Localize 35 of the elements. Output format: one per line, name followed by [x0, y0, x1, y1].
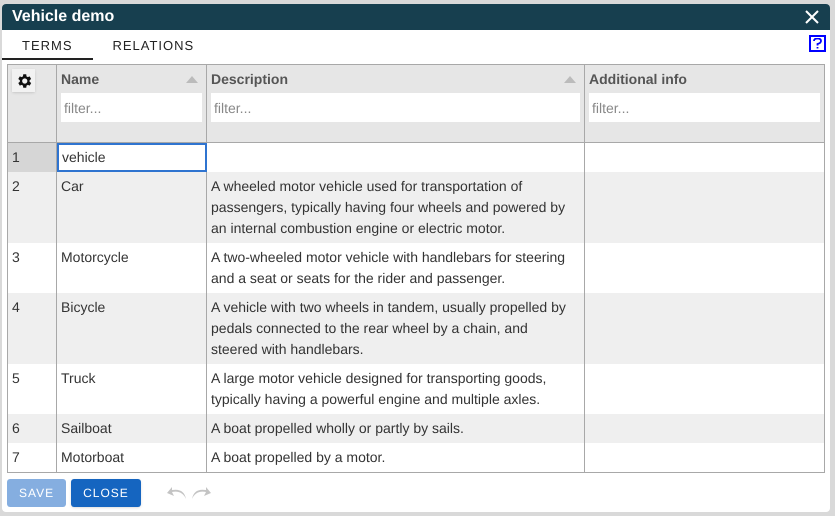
- close-button[interactable]: CLOSE: [71, 479, 141, 507]
- table-cell[interactable]: Truck: [61, 370, 96, 386]
- tab[interactable]: TERMS: [2, 33, 92, 60]
- sort-icon[interactable]: [564, 76, 576, 82]
- row-number: 2: [12, 178, 20, 194]
- table-cell[interactable]: A boat propelled by a motor.: [211, 447, 572, 468]
- filter-field[interactable]: filter...: [211, 93, 580, 122]
- table-cell[interactable]: A large motor vehicle designed for transporting goods, typically having a powerful engine and multiple axles.: [211, 368, 572, 410]
- row-number: 6: [12, 420, 20, 436]
- table-cell[interactable]: Sailboat: [61, 420, 112, 436]
- table-cell[interactable]: A boat propelled wholly or partly by sails.: [211, 418, 572, 439]
- row-number: 1: [12, 149, 20, 165]
- filter-field[interactable]: filter...: [61, 93, 202, 122]
- close-icon[interactable]: [804, 9, 820, 25]
- table-cell[interactable]: A wheeled motor vehicle used for transportation of passengers, typically having four wheels and powered by an internal combustion engine or electric motor.: [211, 176, 572, 239]
- table-cell[interactable]: A two-wheeled motor vehicle with handlebars for steering and a seat or seats for the rider and passenger.: [211, 247, 572, 289]
- table-cell[interactable]: vehicle: [62, 149, 106, 165]
- table-cell[interactable]: Motorcycle: [61, 249, 129, 265]
- filter-field[interactable]: filter...: [589, 93, 820, 122]
- column-header[interactable]: Additional info: [589, 68, 687, 90]
- row-number: 3: [12, 249, 20, 265]
- sort-icon[interactable]: [186, 76, 198, 82]
- row-number: 5: [12, 370, 20, 386]
- row-number: 4: [12, 299, 20, 315]
- table-cell[interactable]: A vehicle with two wheels in tandem, usually propelled by pedals connected to the rear wheel by a chain, and steered with handlebars.: [211, 297, 572, 360]
- table-cell[interactable]: Car: [61, 178, 84, 194]
- help-icon[interactable]: [809, 35, 826, 52]
- table-cell[interactable]: Bicycle: [61, 299, 106, 315]
- settings-icon[interactable]: [12, 69, 35, 92]
- row-number: 7: [12, 449, 20, 465]
- window-title: Vehicle demo: [12, 7, 114, 27]
- table-cell[interactable]: Motorboat: [61, 449, 124, 465]
- tab[interactable]: RELATIONS: [92, 33, 214, 60]
- column-header[interactable]: Description: [211, 68, 288, 90]
- column-header[interactable]: Name: [61, 68, 100, 90]
